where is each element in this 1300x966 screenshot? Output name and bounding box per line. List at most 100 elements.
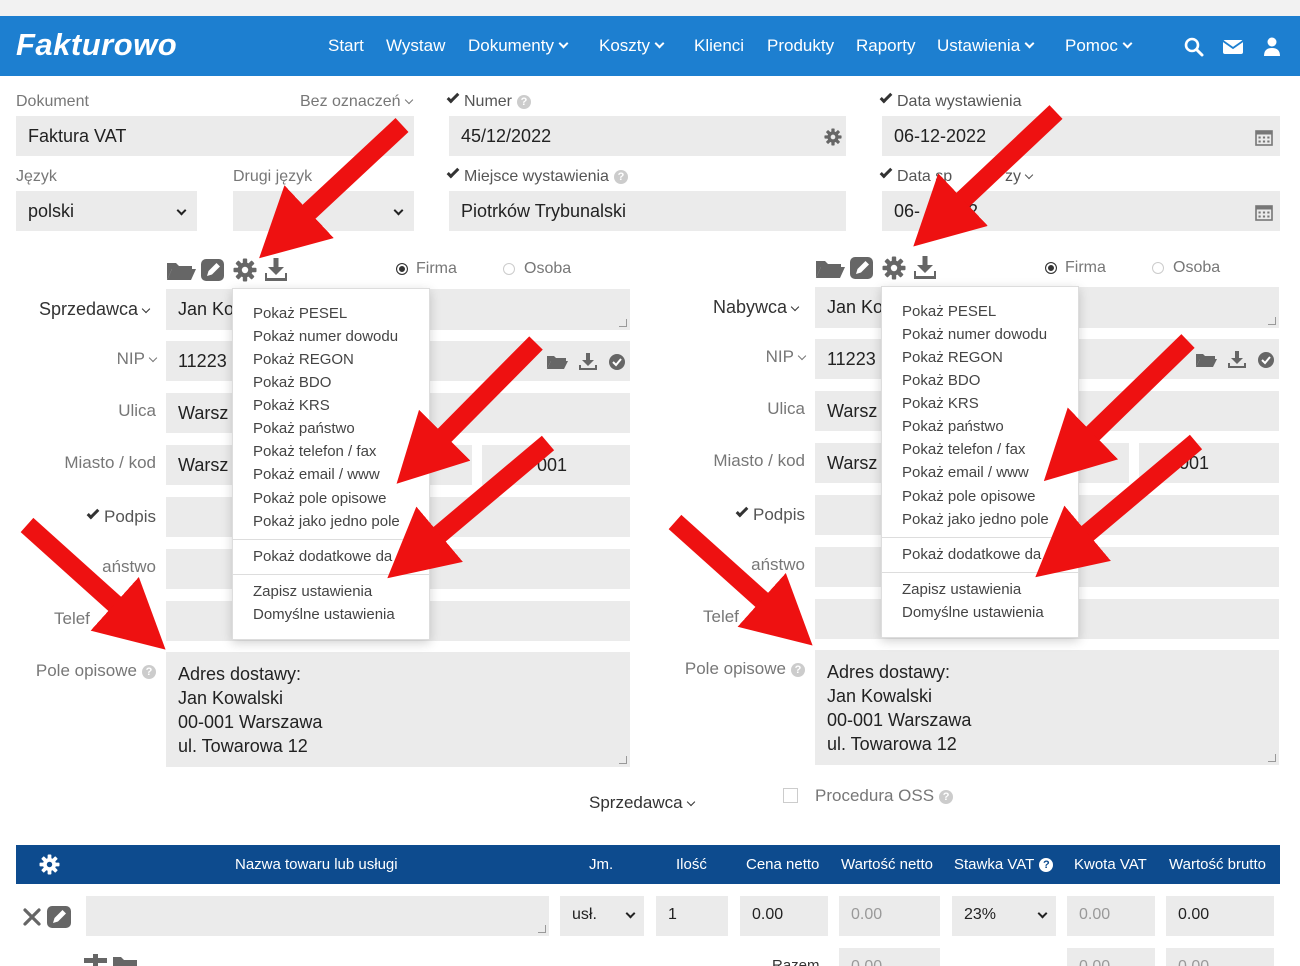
- help-icon[interactable]: ?: [939, 790, 954, 804]
- buyer-note-textarea[interactable]: Adres dostawy: Jan Kowalski 00-001 Warsz…: [815, 650, 1279, 765]
- menu-item[interactable]: Pokaż KRS: [253, 396, 330, 416]
- buyer-sign-label[interactable]: Podpis: [689, 504, 805, 525]
- resize-handle[interactable]: [538, 925, 546, 933]
- item-unit-select[interactable]: usł.: [560, 896, 644, 936]
- menu-item[interactable]: Pokaż BDO: [253, 373, 331, 393]
- help-icon[interactable]: ?: [613, 170, 628, 184]
- menu-item[interactable]: Pokaż jako jedno pole: [253, 512, 400, 532]
- download-icon[interactable]: [579, 353, 597, 370]
- folder-icon[interactable]: [113, 957, 137, 966]
- gear-icon[interactable]: [39, 854, 60, 875]
- menu-item[interactable]: Pokaż jako jedno pole: [902, 510, 1049, 530]
- download-icon[interactable]: [265, 258, 287, 281]
- sale-date-label-tail[interactable]: zy: [1005, 167, 1034, 187]
- number-label[interactable]: Numer?: [446, 90, 532, 112]
- help-icon[interactable]: ?: [517, 95, 532, 109]
- radio-company[interactable]: [1045, 262, 1057, 274]
- mail-icon[interactable]: [1222, 36, 1244, 58]
- seller-role-select[interactable]: Sprzedawca: [39, 298, 151, 320]
- search-icon[interactable]: [1183, 36, 1205, 58]
- menu-save-settings[interactable]: Zapisz ustawienia: [902, 580, 1021, 600]
- resize-handle[interactable]: [1268, 754, 1276, 762]
- radio-person[interactable]: [1152, 262, 1164, 274]
- menu-item[interactable]: Pokaż REGON: [902, 348, 1003, 368]
- nav-dokumenty[interactable]: Dokumenty: [468, 35, 569, 57]
- menu-item[interactable]: Pokaż telefon / fax: [902, 440, 1025, 460]
- gear-icon[interactable]: [233, 258, 257, 282]
- edit-icon[interactable]: [201, 259, 224, 281]
- folder-icon[interactable]: [167, 263, 196, 280]
- gear-icon[interactable]: [824, 128, 842, 146]
- radio-person[interactable]: [503, 263, 515, 275]
- place-input[interactable]: Piotrków Trybunalski: [449, 191, 846, 231]
- gear-icon[interactable]: [882, 256, 906, 280]
- menu-item[interactable]: Pokaż telefon / fax: [253, 442, 376, 462]
- menu-item[interactable]: Pokaż KRS: [902, 394, 979, 414]
- menu-item[interactable]: Pokaż REGON: [253, 350, 354, 370]
- menu-item[interactable]: Pokaż PESEL: [253, 304, 347, 324]
- download-icon[interactable]: [914, 256, 936, 279]
- menu-item[interactable]: Pokaż państwo: [902, 417, 1004, 437]
- item-qty-input[interactable]: 1: [656, 896, 728, 936]
- nav-wystaw[interactable]: Wystaw: [386, 35, 445, 57]
- second-language-select[interactable]: [233, 191, 414, 231]
- help-icon[interactable]: ?: [1039, 858, 1054, 872]
- user-icon[interactable]: [1261, 36, 1283, 58]
- logo[interactable]: Fakturowo: [16, 27, 177, 63]
- issue-date-input[interactable]: 06-12-2022: [882, 116, 1280, 156]
- buyer-role-select[interactable]: Nabywca: [713, 296, 800, 318]
- menu-save-settings[interactable]: Zapisz ustawienia: [253, 582, 372, 602]
- oss-checkbox[interactable]: [783, 788, 798, 803]
- menu-default-settings[interactable]: Domyślne ustawienia: [253, 605, 395, 625]
- seller-sign-label[interactable]: Podpis: [40, 506, 156, 527]
- nav-produkty[interactable]: Produkty: [767, 35, 834, 57]
- folder-icon[interactable]: [547, 356, 568, 369]
- edit-icon[interactable]: [47, 906, 71, 928]
- resize-handle[interactable]: [1268, 317, 1276, 325]
- sale-date-label[interactable]: Data sp: [879, 165, 952, 187]
- menu-default-settings[interactable]: Domyślne ustawienia: [902, 603, 1044, 623]
- edit-icon[interactable]: [850, 257, 873, 279]
- seller-nip-label[interactable]: NIP: [40, 349, 158, 369]
- menu-item[interactable]: Pokaż numer dowodu: [253, 327, 398, 347]
- menu-item[interactable]: Pokaż pole opisowe: [253, 489, 386, 509]
- number-input[interactable]: 45/12/2022: [449, 116, 846, 156]
- marking-select[interactable]: Bez oznaczeń: [300, 92, 413, 112]
- buyer-nip-label[interactable]: NIP: [689, 347, 807, 367]
- item-price-input[interactable]: 0.00: [740, 896, 828, 936]
- menu-item[interactable]: Pokaż PESEL: [902, 302, 996, 322]
- item-name-input[interactable]: [86, 896, 549, 936]
- menu-item[interactable]: Pokaż numer dowodu: [902, 325, 1047, 345]
- plus-icon[interactable]: [84, 954, 107, 966]
- language-select[interactable]: polski: [16, 191, 197, 231]
- nav-koszty[interactable]: Koszty: [599, 35, 665, 57]
- radio-company[interactable]: [396, 263, 408, 275]
- check-circle-icon[interactable]: [609, 354, 625, 370]
- document-select[interactable]: Faktura VAT: [16, 116, 414, 156]
- resize-handle[interactable]: [619, 319, 627, 327]
- menu-item[interactable]: Pokaż pole opisowe: [902, 487, 1035, 507]
- item-vat-rate-select[interactable]: 23%: [952, 896, 1056, 936]
- resize-handle[interactable]: [619, 756, 627, 764]
- menu-item-extra[interactable]: Pokaż dodatkowe da: [902, 545, 1041, 565]
- menu-item[interactable]: Pokaż email / www: [253, 465, 380, 485]
- menu-item[interactable]: Pokaż email / www: [902, 463, 1029, 483]
- folder-icon[interactable]: [1196, 354, 1217, 367]
- calendar-icon[interactable]: [1255, 128, 1273, 146]
- nav-ustawienia[interactable]: Ustawienia: [937, 35, 1035, 57]
- delete-icon[interactable]: [23, 908, 41, 926]
- item-gross-input[interactable]: 0.00: [1166, 896, 1274, 936]
- calendar-icon[interactable]: [1255, 203, 1273, 221]
- check-circle-icon[interactable]: [1258, 352, 1274, 368]
- help-icon[interactable]: ?: [791, 663, 805, 677]
- menu-item[interactable]: Pokaż państwo: [253, 419, 355, 439]
- menu-item-extra[interactable]: Pokaż dodatkowe da: [253, 547, 392, 567]
- nav-klienci[interactable]: Klienci: [694, 35, 744, 57]
- download-icon[interactable]: [1228, 351, 1246, 368]
- place-label[interactable]: Miejsce wystawienia?: [446, 165, 628, 187]
- issue-date-label[interactable]: Data wystawienia: [879, 90, 1022, 112]
- nav-start[interactable]: Start: [328, 35, 364, 57]
- menu-item[interactable]: Pokaż BDO: [902, 371, 980, 391]
- seller-postcode-input[interactable]: 001: [482, 445, 630, 485]
- sale-date-input[interactable]: 06-: [882, 191, 1280, 231]
